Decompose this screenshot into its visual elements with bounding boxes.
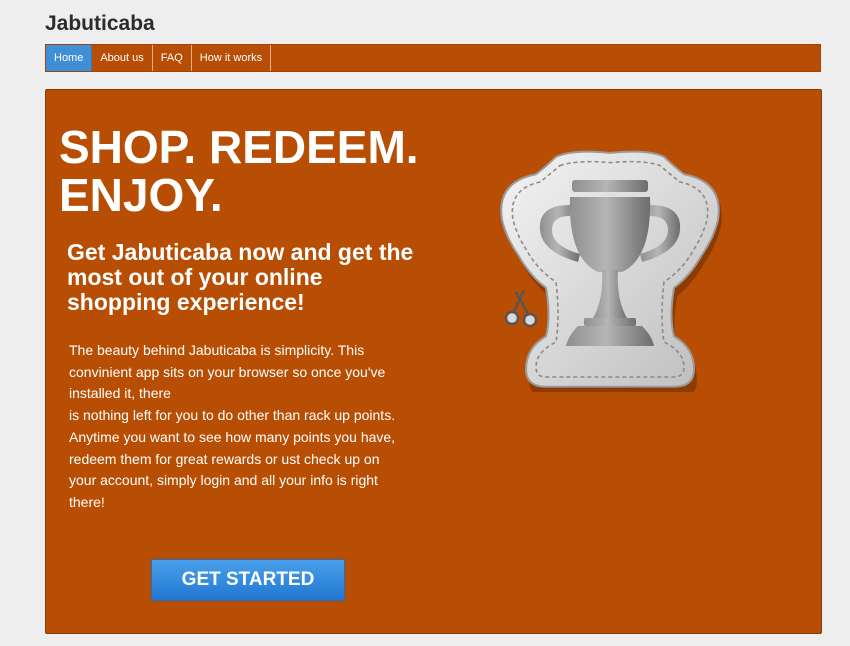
site-title[interactable]: Jabuticaba [45,11,155,37]
hero-description-line: The beauty behind Jabuticaba is simplici… [69,342,386,402]
main-navbar: Home About us FAQ How it works [45,44,821,72]
nav-item-home[interactable]: Home [46,45,93,71]
nav-item-faq[interactable]: FAQ [153,45,192,71]
page: Jabuticaba Home About us FAQ How it work… [0,0,850,646]
hero-section: SHOP. REDEEM. ENJOY. Get Jabuticaba now … [45,89,822,634]
hero-subheadline: Get Jabuticaba now and get the most out … [67,239,414,315]
trophy-coupon-icon [500,150,722,392]
get-started-button[interactable]: GET STARTED [151,559,345,601]
hero-description-line: is nothing left for you to do other than… [69,407,396,445]
nav-item-about-us[interactable]: About us [92,45,153,71]
scissors-icon [504,289,538,328]
nav-item-how-it-works[interactable]: How it works [192,45,272,71]
hero-headline: SHOP. REDEEM. ENJOY. [59,121,419,221]
hero-description-line: redeem them for great rewards or ust che… [69,450,380,510]
hero-description: The beauty behind Jabuticaba is simplici… [69,340,404,514]
